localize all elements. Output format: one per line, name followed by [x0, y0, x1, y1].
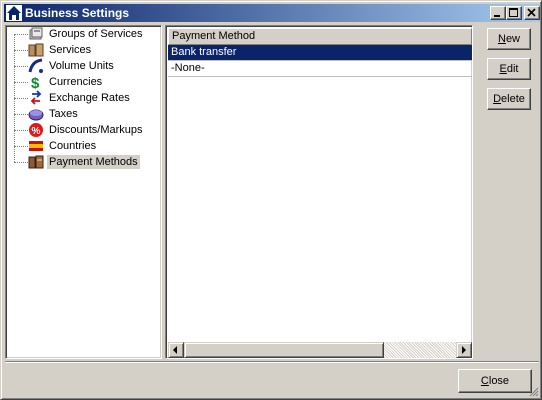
tree-connector — [14, 162, 28, 163]
tree-item-label: Volume Units — [49, 60, 114, 72]
delete-label: elete — [501, 93, 525, 105]
svg-text:$: $ — [31, 75, 40, 90]
tree-item-label: Currencies — [49, 76, 103, 88]
tree-connector — [14, 66, 28, 67]
scrollbar-thumb[interactable] — [184, 342, 384, 358]
tree-item-countries[interactable]: Countries — [14, 138, 162, 154]
tree-item-label: Taxes — [49, 108, 78, 120]
tree-item-discounts-markups[interactable]: % Discounts/Markups — [14, 122, 162, 138]
volume-icon — [28, 58, 43, 73]
exchange-arrows-icon — [30, 90, 42, 105]
taxes-icon — [28, 109, 44, 121]
maximize-button[interactable] — [506, 6, 522, 20]
services-icon — [28, 43, 44, 57]
new-button[interactable]: New — [487, 28, 531, 50]
arrow-right-icon — [462, 346, 466, 354]
folder-group-icon — [29, 27, 43, 40]
tree-item-label: Discounts/Markups — [49, 124, 143, 136]
new-mnemonic: N — [497, 33, 506, 45]
new-label: ew — [505, 33, 520, 45]
minimize-button[interactable] — [490, 6, 506, 20]
tree-item-volume-units[interactable]: Volume Units — [14, 58, 162, 74]
scroll-left-button[interactable] — [168, 342, 184, 358]
tree-item-label: Countries — [49, 140, 97, 152]
window-title: Business Settings — [25, 6, 130, 20]
tree-item-label: Groups of Services — [49, 28, 143, 40]
payment-methods-list[interactable]: Payment Method Bank transfer -None- — [165, 25, 473, 359]
tree-item-payment-methods[interactable]: Payment Methods — [14, 154, 162, 170]
tree-item-taxes[interactable]: Taxes — [14, 106, 162, 122]
close-label: lose — [488, 375, 510, 387]
payment-icon — [28, 155, 44, 169]
close-icon — [527, 8, 536, 17]
flag-icon — [29, 141, 43, 151]
list-item[interactable]: Bank transfer — [168, 45, 472, 61]
close-button[interactable]: Close — [458, 369, 532, 393]
settings-tree[interactable]: Groups of Services Services Volume Units… — [5, 25, 162, 359]
tree-item-services[interactable]: Services — [14, 42, 162, 58]
edit-mnemonic: E — [499, 63, 507, 75]
horizontal-scrollbar[interactable] — [168, 342, 472, 358]
home-icon — [6, 5, 22, 21]
arrow-left-icon — [173, 346, 177, 354]
title-bar[interactable]: Business Settings — [4, 4, 540, 22]
scroll-right-button[interactable] — [456, 342, 472, 358]
edit-button[interactable]: Edit — [487, 58, 531, 80]
list-item[interactable]: -None- — [168, 61, 472, 77]
tree-connector — [14, 114, 28, 115]
column-header-payment-method[interactable]: Payment Method — [168, 28, 472, 45]
resize-grip-icon[interactable] — [529, 387, 539, 397]
discount-icon: % — [29, 123, 43, 137]
maximize-icon — [509, 8, 518, 17]
tree-item-exchange-rates[interactable]: Exchange Rates — [14, 90, 162, 106]
tree-item-groups-of-services[interactable]: Groups of Services — [14, 26, 162, 42]
business-settings-window: Business Settings Groups of Services Ser… — [0, 0, 542, 400]
tree-connector — [14, 130, 28, 131]
tree-item-label: Exchange Rates — [49, 92, 130, 104]
svg-text:%: % — [32, 126, 41, 137]
edit-label: dit — [506, 63, 519, 75]
delete-button[interactable]: Delete — [487, 88, 531, 110]
close-window-button[interactable] — [524, 6, 540, 20]
tree-connector — [14, 82, 28, 83]
list-header: Payment Method — [168, 28, 472, 45]
dollar-icon: $ — [31, 75, 40, 90]
tree-item-label: Payment Methods — [47, 155, 140, 169]
bottom-separator — [5, 361, 539, 363]
tree-connector — [14, 98, 28, 99]
tree-connector — [14, 146, 28, 147]
tree-connector — [14, 50, 28, 51]
minimize-icon — [494, 15, 500, 17]
tree-item-label: Services — [49, 44, 92, 56]
tree-connector — [14, 34, 28, 35]
delete-mnemonic: D — [493, 93, 502, 105]
close-mnemonic: C — [480, 375, 489, 387]
tree-item-currencies[interactable]: $ Currencies — [14, 74, 162, 90]
